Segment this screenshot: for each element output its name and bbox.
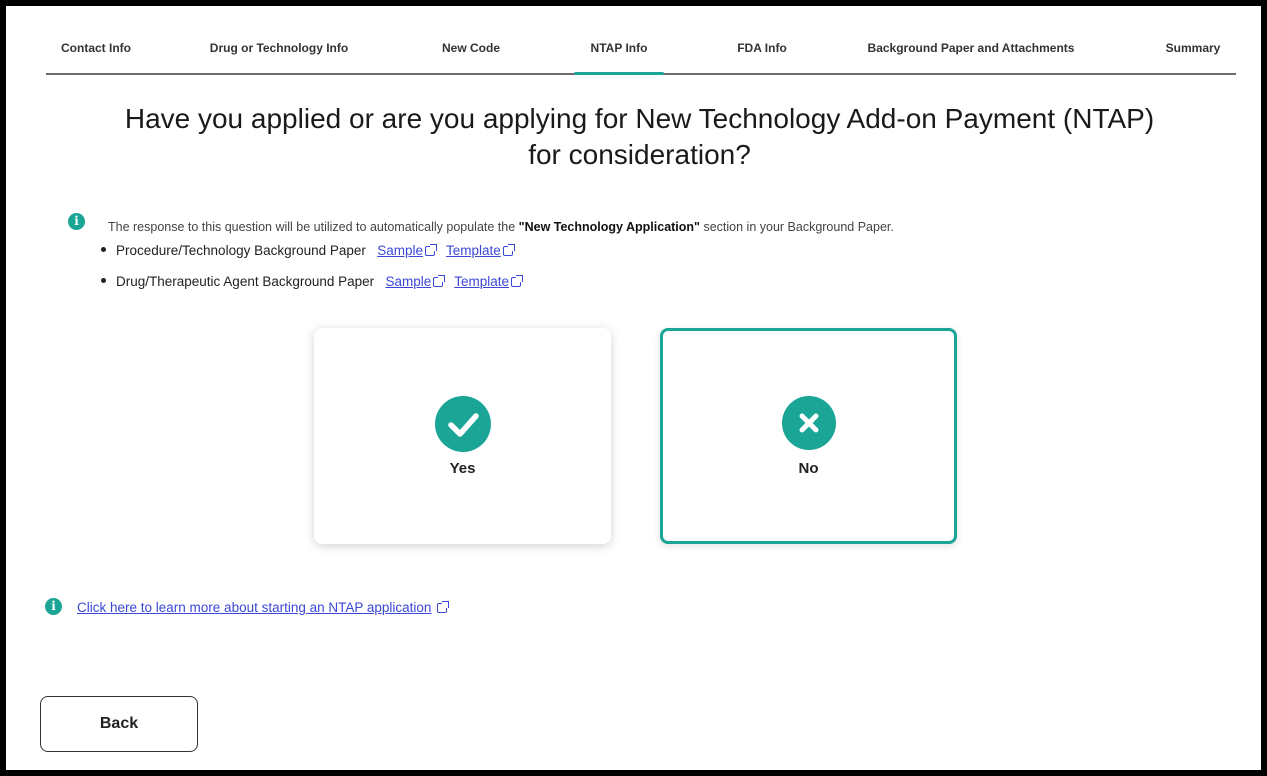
title-line-1: Have you applied or are you applying for… [124,103,1155,134]
info-icon: i [68,213,85,230]
tab-contact-info[interactable]: Contact Info [61,36,131,73]
sample-link[interactable]: Sample [385,274,431,289]
check-icon [434,396,491,452]
info-text: The response to this question will be ut… [108,220,894,234]
page-title: Have you applied or are you applying for… [6,101,1267,173]
step-tabs: Contact Info Drug or Technology Info New… [46,36,1236,75]
learn-more-link[interactable]: Click here to learn more about starting … [77,600,431,615]
tab-summary[interactable]: Summary [1166,36,1221,73]
external-link-icon [502,244,515,256]
template-link[interactable]: Template [454,274,509,289]
info-bold: "New Technology Application" [518,220,700,234]
back-button[interactable]: Back [40,696,198,752]
tab-new-code[interactable]: New Code [442,36,500,73]
bullet-dot [101,277,106,283]
list-item: Drug/Therapeutic Agent Background Paper … [101,273,524,291]
info-icon: i [45,598,62,615]
tab-fda-info[interactable]: FDA Info [737,36,787,73]
title-line-2: for consideration? [528,139,751,170]
close-icon [781,396,836,450]
no-label: No [798,460,819,477]
learn-more-link-row: Click here to learn more about starting … [77,600,450,615]
external-link-icon [511,275,524,287]
yes-label: Yes [449,460,476,477]
external-link-icon [433,275,446,287]
no-option-card[interactable]: No [660,328,957,544]
sample-link[interactable]: Sample [377,243,423,258]
tab-drug-or-technology-info[interactable]: Drug or Technology Info [210,36,348,73]
bullet-dot [101,246,106,252]
external-link-icon [424,244,437,256]
list-item: Procedure/Technology Background Paper Sa… [101,242,515,260]
tab-background-paper-and-attachments[interactable]: Background Paper and Attachments [868,36,1075,73]
template-link[interactable]: Template [446,243,501,258]
page-frame: Contact Info Drug or Technology Info New… [0,0,1267,776]
tab-ntap-info[interactable]: NTAP Info [574,36,664,75]
yes-option-card[interactable]: Yes [314,328,611,544]
external-link-icon [437,601,450,613]
